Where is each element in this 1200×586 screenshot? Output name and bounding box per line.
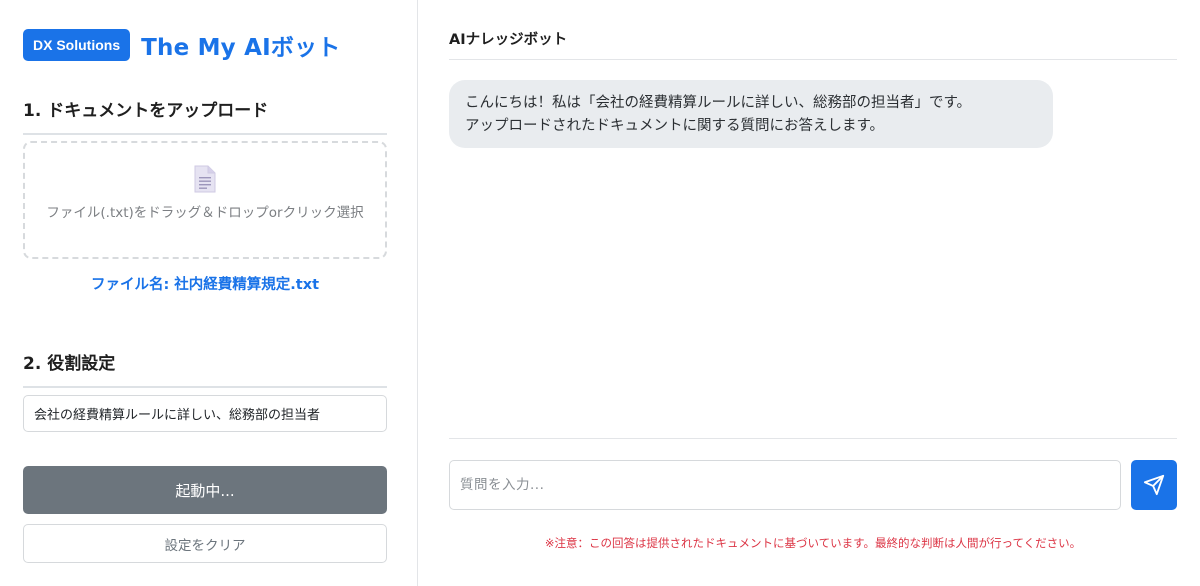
file-dropzone[interactable]: ファイル(.txt)をドラッグ＆ドロップorクリック選択 bbox=[23, 141, 387, 259]
bot-message-line: アップロードされたドキュメントに関する質問にお答えします。 bbox=[465, 118, 885, 134]
upload-heading: 1. ドキュメントをアップロード bbox=[23, 96, 387, 135]
role-heading: 2. 役割設定 bbox=[23, 349, 387, 388]
paper-plane-icon bbox=[1143, 474, 1165, 496]
question-input[interactable] bbox=[449, 460, 1121, 510]
clear-settings-button[interactable]: 設定をクリア bbox=[23, 524, 387, 563]
bot-message-line: こんにちは！私は「会社の経費精算ルールに詳しい、総務部の担当者」です。 bbox=[465, 95, 972, 111]
uploaded-file-name: ファイル名: 社内経費精算規定.txt bbox=[90, 277, 320, 293]
bot-message: こんにちは！私は「会社の経費精算ルールに詳しい、総務部の担当者」です。 アップロ… bbox=[449, 80, 1053, 148]
document-icon bbox=[194, 165, 216, 193]
chat-header: AIナレッジボット bbox=[449, 28, 1177, 60]
chat-panel: AIナレッジボット こんにちは！私は「会社の経費精算ルールに詳しい、総務部の担当… bbox=[419, 0, 1200, 586]
role-input[interactable] bbox=[23, 395, 387, 432]
brand: DX Solutions The My AIボット bbox=[23, 28, 340, 62]
dropzone-text: ファイル(.txt)をドラッグ＆ドロップorクリック選択 bbox=[46, 205, 364, 221]
start-button[interactable]: 起動中... bbox=[23, 466, 387, 514]
input-divider bbox=[449, 438, 1177, 439]
send-button[interactable] bbox=[1131, 460, 1177, 510]
sidebar: DX Solutions The My AIボット 1. ドキュメントをアップロ… bbox=[0, 0, 418, 586]
brand-badge: DX Solutions bbox=[23, 29, 131, 61]
disclaimer-notice: ※注意：この回答は提供されたドキュメントに基づいています。最終的な判断は人間が行… bbox=[544, 536, 1082, 550]
app-title: The My AIボット bbox=[141, 35, 341, 61]
